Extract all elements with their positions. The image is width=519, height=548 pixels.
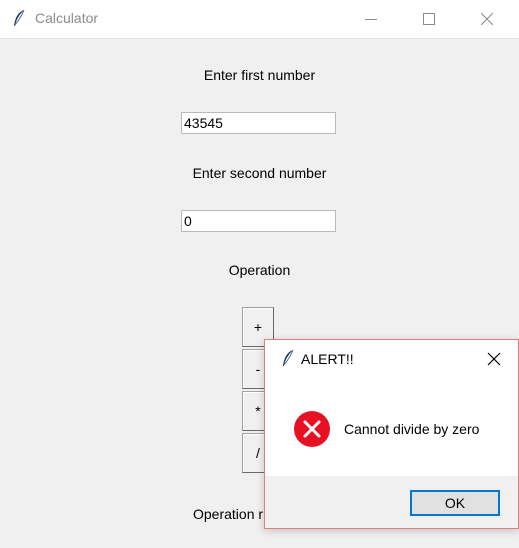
second-number-input[interactable] (181, 210, 336, 232)
close-button[interactable] (458, 0, 516, 38)
maximize-button[interactable] (400, 0, 458, 38)
dialog-title: ALERT!! (301, 351, 354, 367)
minimize-button[interactable] (342, 0, 400, 38)
feather-icon (14, 9, 25, 26)
second-number-label: Enter second number (192, 165, 327, 181)
maximize-icon (423, 13, 435, 25)
close-icon[interactable] (487, 352, 501, 366)
ok-button[interactable]: OK (410, 490, 500, 516)
first-number-label: Enter first number (203, 67, 316, 83)
title-bar: Calculator (0, 0, 519, 39)
feather-icon (283, 349, 294, 366)
minimize-icon (365, 19, 377, 20)
alert-dialog: ALERT!! Cannot divide by zero OK (264, 339, 519, 529)
close-icon (481, 13, 493, 25)
first-number-input[interactable] (181, 112, 336, 134)
error-icon (294, 411, 330, 447)
window-title: Calculator (35, 10, 99, 26)
error-message: Cannot divide by zero (344, 421, 480, 437)
operation-label: Operation (228, 262, 291, 278)
dialog-title-bar: ALERT!! (265, 340, 518, 378)
operation-result-label: Operation r (193, 506, 264, 522)
